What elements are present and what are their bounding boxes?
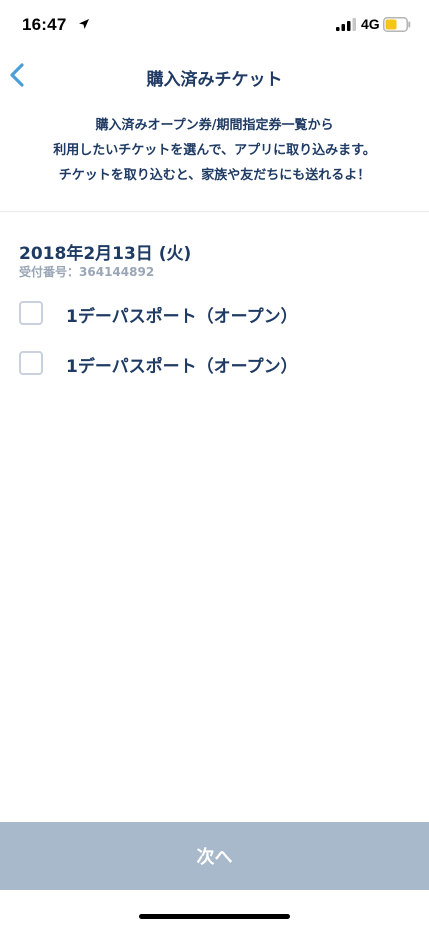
next-button[interactable]: 次へ [0,822,429,890]
intro-line: チケットを取り込むと、家族や友だちにも送れるよ！ [58,168,371,183]
ticket-label: 1デーパスポート（オープン） [66,357,298,377]
status-bar: 16:47 4G [0,0,429,48]
intro-text: 購入済みオープン券/期間指定券一覧から 利用したいチケットを選んで、アプリに取り… [0,113,429,188]
receipt-label: 受付番号： [19,265,80,279]
receipt-number: 受付番号：364144892 [19,263,154,280]
cellular-signal-icon [336,18,356,31]
ticket-checkbox[interactable] [19,351,43,375]
intro-line: 利用したいチケットを選んで、アプリに取り込みます。 [53,143,376,158]
home-indicator [139,914,290,919]
intro-line: 購入済みオープン券/期間指定券一覧から [95,118,334,133]
location-arrow-icon [79,19,89,29]
ticket-row[interactable]: 1デーパスポート（オープン） [19,301,419,331]
divider [0,211,429,212]
page-title: 購入済みチケット [146,70,283,90]
network-type: 4G [361,16,380,32]
receipt-value: 364144892 [79,265,155,279]
battery-icon [383,17,411,32]
nav-bar: 購入済みチケット [0,48,429,104]
status-time: 16:47 [22,15,67,34]
ticket-row[interactable]: 1デーパスポート（オープン） [19,351,419,381]
ticket-checkbox[interactable] [19,301,43,325]
ticket-label: 1デーパスポート（オープン） [66,307,298,327]
purchase-date: 2018年2月13日 (火) [19,244,192,264]
